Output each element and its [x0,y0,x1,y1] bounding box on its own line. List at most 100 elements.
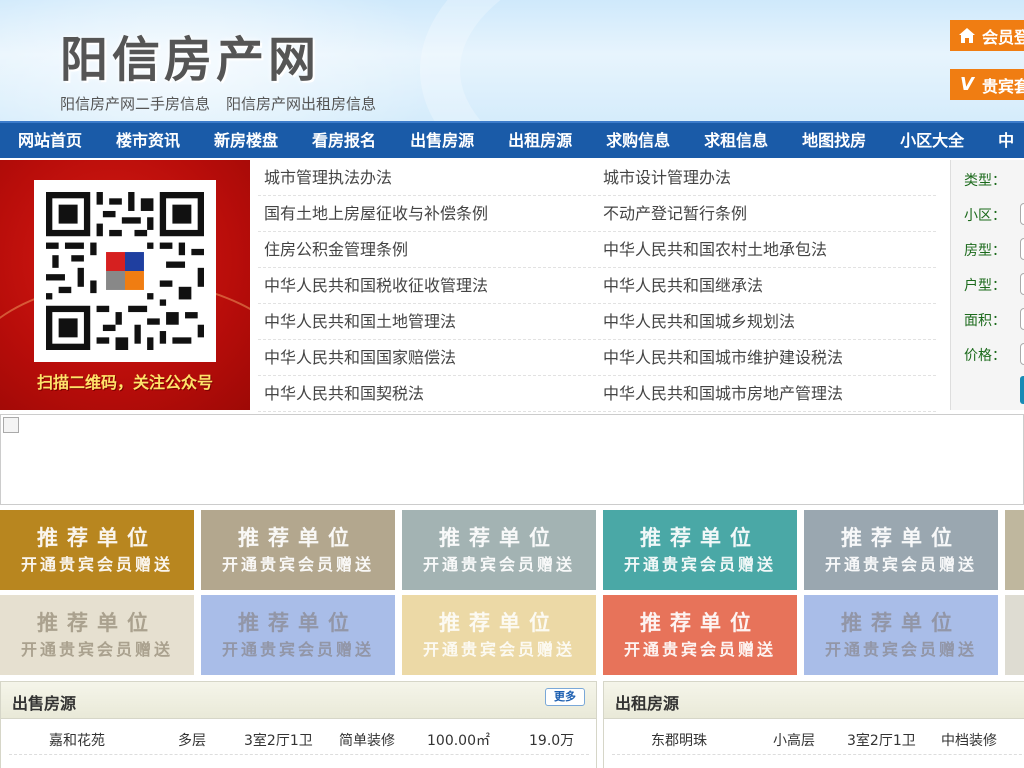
ad-tile[interactable]: 推荐单位 开通贵宾会员赠送 [0,510,194,590]
listing-layout: 3室2厅1卫 [847,733,916,749]
for-rent-header: 出租房源 [604,682,1024,719]
search-community-label: 小区： [964,208,1006,224]
law-row: 中华人民共和国土地管理法 中华人民共和国城乡规划法 [258,304,936,340]
listing-price: 19.0万 [529,733,575,749]
for-rent-panel: 出租房源 东郡明珠 小高层 3室2厅1卫 中档装修 [603,681,1024,768]
nav-for-sale[interactable]: 出售房源 [393,123,491,158]
search-area-label: 面积： [964,313,1006,329]
law-link[interactable]: 不动产登记暂行条例 [597,196,936,231]
vip-icon: V [960,74,974,95]
listing-decoration: 中档装修 [941,733,997,749]
law-row: 住房公积金管理条例 中华人民共和国农村土地承包法 [258,232,936,268]
ad-tile[interactable]: 推荐单位 开通贵宾会员赠送 [402,510,596,590]
member-login-button[interactable]: 会员登 [950,20,1024,51]
search-price-label: 价格： [964,348,1006,364]
ad-tile-title: 推荐单位 [841,611,961,635]
vip-package-label: 贵宾套 [982,76,1024,96]
ad-tile-subtitle: 开通贵宾会员赠送 [221,640,374,659]
ad-tile-subtitle: 开通贵宾会员赠送 [20,640,173,659]
law-link[interactable]: 中华人民共和国城乡规划法 [597,304,936,339]
ad-tile-title: 推荐单位 [238,611,358,635]
home-icon [956,26,978,46]
law-link[interactable]: 中华人民共和国继承法 [597,268,936,303]
law-link[interactable]: 中华人民共和国契税法 [258,376,597,411]
ad-tile-subtitle: 开通贵宾会员赠送 [623,555,776,574]
law-link[interactable]: 中华人民共和国土地管理法 [258,304,597,339]
listing-layout: 3室2厅1卫 [244,733,313,749]
law-link[interactable]: 中华人民共和国税收征收管理法 [258,268,597,303]
listing-floor-type: 小高层 [773,733,815,749]
nav-wanted-buy[interactable]: 求购信息 [589,123,687,158]
nav-communities[interactable]: 小区大全 [883,123,981,158]
ad-tile[interactable] [1005,595,1024,675]
nav-map-search[interactable]: 地图找房 [785,123,883,158]
ad-tile[interactable] [1005,510,1024,590]
search-layout-label: 房型： [964,243,1006,259]
nav-more-cutoff[interactable]: 中 [981,123,1024,158]
for-sale-panel: 出售房源 更多 嘉和花苑 多层 3室2厅1卫 简单装修 100.00㎡ 19.0… [0,681,597,768]
ad-tile[interactable]: 推荐单位 开通贵宾会员赠送 [0,595,194,675]
law-link[interactable]: 中华人民共和国城市房地产管理法 [597,376,936,411]
vip-package-button[interactable]: V 贵宾套 [950,69,1024,100]
nav-home[interactable]: 网站首页 [0,123,99,158]
nav-for-rent[interactable]: 出租房源 [491,123,589,158]
nav-wanted-rent[interactable]: 求租信息 [687,123,785,158]
ad-tile[interactable]: 推荐单位 开通贵宾会员赠送 [603,595,797,675]
qr-code-image [46,192,204,350]
ad-tile-title: 推荐单位 [439,526,559,550]
ad-tile-subtitle: 开通贵宾会员赠送 [422,640,575,659]
search-unit-label: 户型： [964,278,1006,294]
site-header: 阳信房产网 阳信房产网二手房信息 阳信房产网出租房信息 会员登 V 贵宾套 [0,0,1024,121]
broken-image-icon [3,417,19,433]
law-link[interactable]: 城市设计管理办法 [597,160,936,195]
ad-tile[interactable]: 推荐单位 开通贵宾会员赠送 [804,595,998,675]
site-logo-title[interactable]: 阳信房产网 [60,20,320,90]
more-button[interactable]: 更多 [545,688,585,706]
nav-viewing-signup[interactable]: 看房报名 [295,123,393,158]
qr-caption: 扫描二维码，关注公众号 [36,373,213,392]
nav-news[interactable]: 楼市资讯 [99,123,197,158]
ad-tile[interactable]: 推荐单位 开通贵宾会员赠送 [402,595,596,675]
ad-tile-title: 推荐单位 [841,526,961,550]
ad-tile-subtitle: 开通贵宾会员赠送 [824,555,977,574]
search-price-select[interactable] [1020,343,1024,365]
ad-tile[interactable]: 推荐单位 开通贵宾会员赠送 [603,510,797,590]
ad-tile-title: 推荐单位 [640,526,760,550]
member-login-label: 会员登 [982,27,1024,47]
search-submit-button[interactable] [1020,376,1024,404]
ad-tile[interactable]: 推荐单位 开通贵宾会员赠送 [201,595,395,675]
search-community-input[interactable] [1020,203,1024,225]
ad-tile[interactable]: 推荐单位 开通贵宾会员赠送 [201,510,395,590]
law-row: 中华人民共和国税收征收管理法 中华人民共和国继承法 [258,268,936,304]
listing-row[interactable]: 嘉和花苑 多层 3室2厅1卫 简单装修 100.00㎡ 19.0万 [9,722,589,755]
listing-community[interactable]: 嘉和花苑 [49,730,105,750]
nav-new-homes[interactable]: 新房楼盘 [197,123,295,158]
property-search-panel: 类型： 小区： 房型： 户型： 面积： 价格： [950,160,1024,410]
secondhand-link[interactable]: 阳信房产网二手房信息 [60,93,210,114]
ad-tile-subtitle: 开通贵宾会员赠送 [20,555,173,574]
search-layout-select[interactable] [1020,238,1024,260]
listing-area: 100.00㎡ [427,733,490,749]
law-link[interactable]: 中华人民共和国城市维护建设税法 [597,340,936,375]
listing-community[interactable]: 东郡明珠 [651,730,707,750]
rental-link[interactable]: 阳信房产网出租房信息 [226,93,376,114]
law-row: 国有土地上房屋征收与补偿条例 不动产登记暂行条例 [258,196,936,232]
law-link[interactable]: 国有土地上房屋征收与补偿条例 [258,196,597,231]
qr-code [34,180,216,362]
ad-tile-title: 推荐单位 [37,611,157,635]
listing-decoration: 简单装修 [339,733,395,749]
law-link[interactable]: 城市管理执法办法 [258,160,597,195]
listing-row[interactable]: 东郡明珠 小高层 3室2厅1卫 中档装修 [612,722,1024,755]
law-row: 中华人民共和国国家赔偿法 中华人民共和国城市维护建设税法 [258,340,936,376]
ad-banner[interactable] [0,414,1024,505]
search-area-select[interactable] [1020,308,1024,330]
law-link[interactable]: 住房公积金管理条例 [258,232,597,267]
ad-tile-subtitle: 开通贵宾会员赠送 [623,640,776,659]
law-link[interactable]: 中华人民共和国农村土地承包法 [597,232,936,267]
for-rent-title: 出租房源 [615,694,680,713]
header-sub-links: 阳信房产网二手房信息 阳信房产网出租房信息 [60,93,376,114]
search-unit-select[interactable] [1020,273,1024,295]
law-link[interactable]: 中华人民共和国国家赔偿法 [258,340,597,375]
ad-tile-subtitle: 开通贵宾会员赠送 [221,555,374,574]
ad-tile[interactable]: 推荐单位 开通贵宾会员赠送 [804,510,998,590]
